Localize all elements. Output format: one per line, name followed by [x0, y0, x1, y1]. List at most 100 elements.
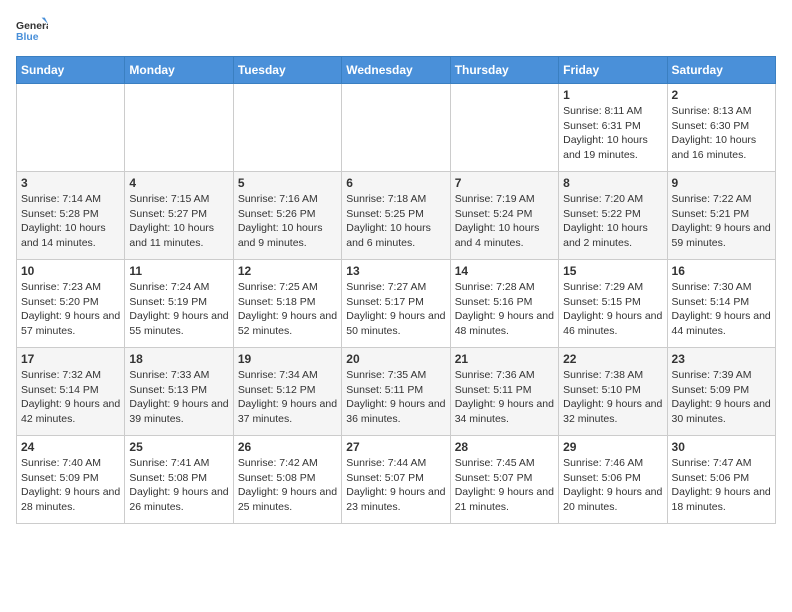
day-info: Sunrise: 7:15 AM Sunset: 5:27 PM Dayligh… [129, 192, 228, 251]
day-info: Sunrise: 7:14 AM Sunset: 5:28 PM Dayligh… [21, 192, 120, 251]
day-info: Sunrise: 7:45 AM Sunset: 5:07 PM Dayligh… [455, 456, 554, 515]
day-info: Sunrise: 7:47 AM Sunset: 5:06 PM Dayligh… [672, 456, 771, 515]
calendar-cell: 20Sunrise: 7:35 AM Sunset: 5:11 PM Dayli… [342, 348, 450, 436]
day-info: Sunrise: 7:42 AM Sunset: 5:08 PM Dayligh… [238, 456, 337, 515]
calendar-week-row: 3 Sunrise: 7:14 AM Sunset: 5:28 PM Daylig… [17, 172, 776, 260]
day-number: 22 [563, 352, 662, 366]
calendar-cell: 26 Sunrise: 7:42 AM Sunset: 5:08 PM Dayli… [233, 436, 341, 524]
calendar-table: SundayMondayTuesdayWednesdayThursdayFrid… [16, 56, 776, 524]
calendar-cell: 3 Sunrise: 7:14 AM Sunset: 5:28 PM Daylig… [17, 172, 125, 260]
weekday-header: Friday [559, 57, 667, 84]
day-info: Sunrise: 7:40 AM Sunset: 5:09 PM Dayligh… [21, 456, 120, 515]
day-number: 7 [455, 176, 554, 190]
day-info: Sunrise: 7:46 AM Sunset: 5:06 PM Dayligh… [563, 456, 662, 515]
calendar-cell [125, 84, 233, 172]
day-info: Sunrise: 7:30 AM Sunset: 5:14 PM Dayligh… [672, 280, 771, 339]
day-number: 2 [672, 88, 771, 102]
weekday-header: Thursday [450, 57, 558, 84]
calendar-cell: 15 Sunrise: 7:29 AM Sunset: 5:15 PM Dayli… [559, 260, 667, 348]
calendar-cell: 19 Sunrise: 7:34 AM Sunset: 5:12 PM Dayli… [233, 348, 341, 436]
day-number: 27 [346, 440, 445, 454]
day-info: Sunrise: 7:16 AM Sunset: 5:26 PM Dayligh… [238, 192, 337, 251]
calendar-cell: 5 Sunrise: 7:16 AM Sunset: 5:26 PM Daylig… [233, 172, 341, 260]
calendar-cell: 29Sunrise: 7:46 AM Sunset: 5:06 PM Dayli… [559, 436, 667, 524]
logo: General Blue [16, 16, 48, 44]
day-info: Sunrise: 7:24 AM Sunset: 5:19 PM Dayligh… [129, 280, 228, 339]
calendar-cell: 9Sunrise: 7:22 AM Sunset: 5:21 PM Daylig… [667, 172, 775, 260]
calendar-cell: 7 Sunrise: 7:19 AM Sunset: 5:24 PM Daylig… [450, 172, 558, 260]
calendar-cell: 18 Sunrise: 7:33 AM Sunset: 5:13 PM Dayli… [125, 348, 233, 436]
calendar-week-row: 10 Sunrise: 7:23 AM Sunset: 5:20 PM Dayli… [17, 260, 776, 348]
calendar-week-row: 24 Sunrise: 7:40 AM Sunset: 5:09 PM Dayli… [17, 436, 776, 524]
calendar-cell [342, 84, 450, 172]
day-info: Sunrise: 7:34 AM Sunset: 5:12 PM Dayligh… [238, 368, 337, 427]
calendar-cell: 17 Sunrise: 7:32 AM Sunset: 5:14 PM Dayli… [17, 348, 125, 436]
calendar-cell: 28 Sunrise: 7:45 AM Sunset: 5:07 PM Dayli… [450, 436, 558, 524]
day-info: Sunrise: 7:39 AM Sunset: 5:09 PM Dayligh… [672, 368, 771, 427]
calendar-header-row: SundayMondayTuesdayWednesdayThursdayFrid… [17, 57, 776, 84]
day-number: 12 [238, 264, 337, 278]
day-info: Sunrise: 7:20 AM Sunset: 5:22 PM Dayligh… [563, 192, 662, 251]
weekday-header: Sunday [17, 57, 125, 84]
calendar-week-row: 1Sunrise: 8:11 AM Sunset: 6:31 PM Daylig… [17, 84, 776, 172]
day-number: 6 [346, 176, 445, 190]
calendar-cell: 14 Sunrise: 7:28 AM Sunset: 5:16 PM Dayli… [450, 260, 558, 348]
calendar-cell: 6Sunrise: 7:18 AM Sunset: 5:25 PM Daylig… [342, 172, 450, 260]
calendar-cell: 23 Sunrise: 7:39 AM Sunset: 5:09 PM Dayli… [667, 348, 775, 436]
calendar-cell: 1Sunrise: 8:11 AM Sunset: 6:31 PM Daylig… [559, 84, 667, 172]
day-info: Sunrise: 7:36 AM Sunset: 5:11 PM Dayligh… [455, 368, 554, 427]
calendar-cell: 27 Sunrise: 7:44 AM Sunset: 5:07 PM Dayli… [342, 436, 450, 524]
calendar-cell: 22 Sunrise: 7:38 AM Sunset: 5:10 PM Dayli… [559, 348, 667, 436]
day-number: 19 [238, 352, 337, 366]
day-number: 9 [672, 176, 771, 190]
day-number: 14 [455, 264, 554, 278]
day-info: Sunrise: 7:19 AM Sunset: 5:24 PM Dayligh… [455, 192, 554, 251]
day-number: 23 [672, 352, 771, 366]
day-number: 3 [21, 176, 120, 190]
day-number: 5 [238, 176, 337, 190]
calendar-cell: 4Sunrise: 7:15 AM Sunset: 5:27 PM Daylig… [125, 172, 233, 260]
day-number: 25 [129, 440, 228, 454]
logo-icon: General Blue [16, 16, 48, 44]
calendar-cell: 30 Sunrise: 7:47 AM Sunset: 5:06 PM Dayli… [667, 436, 775, 524]
svg-text:General: General [16, 21, 48, 32]
day-number: 18 [129, 352, 228, 366]
day-number: 8 [563, 176, 662, 190]
calendar-cell: 25 Sunrise: 7:41 AM Sunset: 5:08 PM Dayli… [125, 436, 233, 524]
calendar-cell [17, 84, 125, 172]
day-info: Sunrise: 7:23 AM Sunset: 5:20 PM Dayligh… [21, 280, 120, 339]
calendar-cell [450, 84, 558, 172]
day-number: 20 [346, 352, 445, 366]
day-number: 15 [563, 264, 662, 278]
page-header: General Blue [16, 16, 776, 44]
day-info: Sunrise: 7:41 AM Sunset: 5:08 PM Dayligh… [129, 456, 228, 515]
calendar-cell: 24 Sunrise: 7:40 AM Sunset: 5:09 PM Dayli… [17, 436, 125, 524]
calendar-cell: 13Sunrise: 7:27 AM Sunset: 5:17 PM Dayli… [342, 260, 450, 348]
weekday-header: Tuesday [233, 57, 341, 84]
day-number: 17 [21, 352, 120, 366]
day-number: 24 [21, 440, 120, 454]
calendar-cell: 16 Sunrise: 7:30 AM Sunset: 5:14 PM Dayli… [667, 260, 775, 348]
day-number: 13 [346, 264, 445, 278]
day-number: 26 [238, 440, 337, 454]
day-number: 10 [21, 264, 120, 278]
day-number: 30 [672, 440, 771, 454]
calendar-cell: 12 Sunrise: 7:25 AM Sunset: 5:18 PM Dayli… [233, 260, 341, 348]
day-info: Sunrise: 7:44 AM Sunset: 5:07 PM Dayligh… [346, 456, 445, 515]
calendar-cell: 21Sunrise: 7:36 AM Sunset: 5:11 PM Dayli… [450, 348, 558, 436]
day-info: Sunrise: 7:29 AM Sunset: 5:15 PM Dayligh… [563, 280, 662, 339]
day-info: Sunrise: 7:25 AM Sunset: 5:18 PM Dayligh… [238, 280, 337, 339]
day-number: 28 [455, 440, 554, 454]
day-info: Sunrise: 8:11 AM Sunset: 6:31 PM Dayligh… [563, 104, 662, 163]
day-info: Sunrise: 7:28 AM Sunset: 5:16 PM Dayligh… [455, 280, 554, 339]
svg-text:Blue: Blue [16, 32, 39, 43]
weekday-header: Monday [125, 57, 233, 84]
day-number: 16 [672, 264, 771, 278]
calendar-cell: 8 Sunrise: 7:20 AM Sunset: 5:22 PM Daylig… [559, 172, 667, 260]
day-info: Sunrise: 7:33 AM Sunset: 5:13 PM Dayligh… [129, 368, 228, 427]
weekday-header: Wednesday [342, 57, 450, 84]
day-number: 11 [129, 264, 228, 278]
day-info: Sunrise: 7:38 AM Sunset: 5:10 PM Dayligh… [563, 368, 662, 427]
day-info: Sunrise: 7:32 AM Sunset: 5:14 PM Dayligh… [21, 368, 120, 427]
day-info: Sunrise: 8:13 AM Sunset: 6:30 PM Dayligh… [672, 104, 771, 163]
